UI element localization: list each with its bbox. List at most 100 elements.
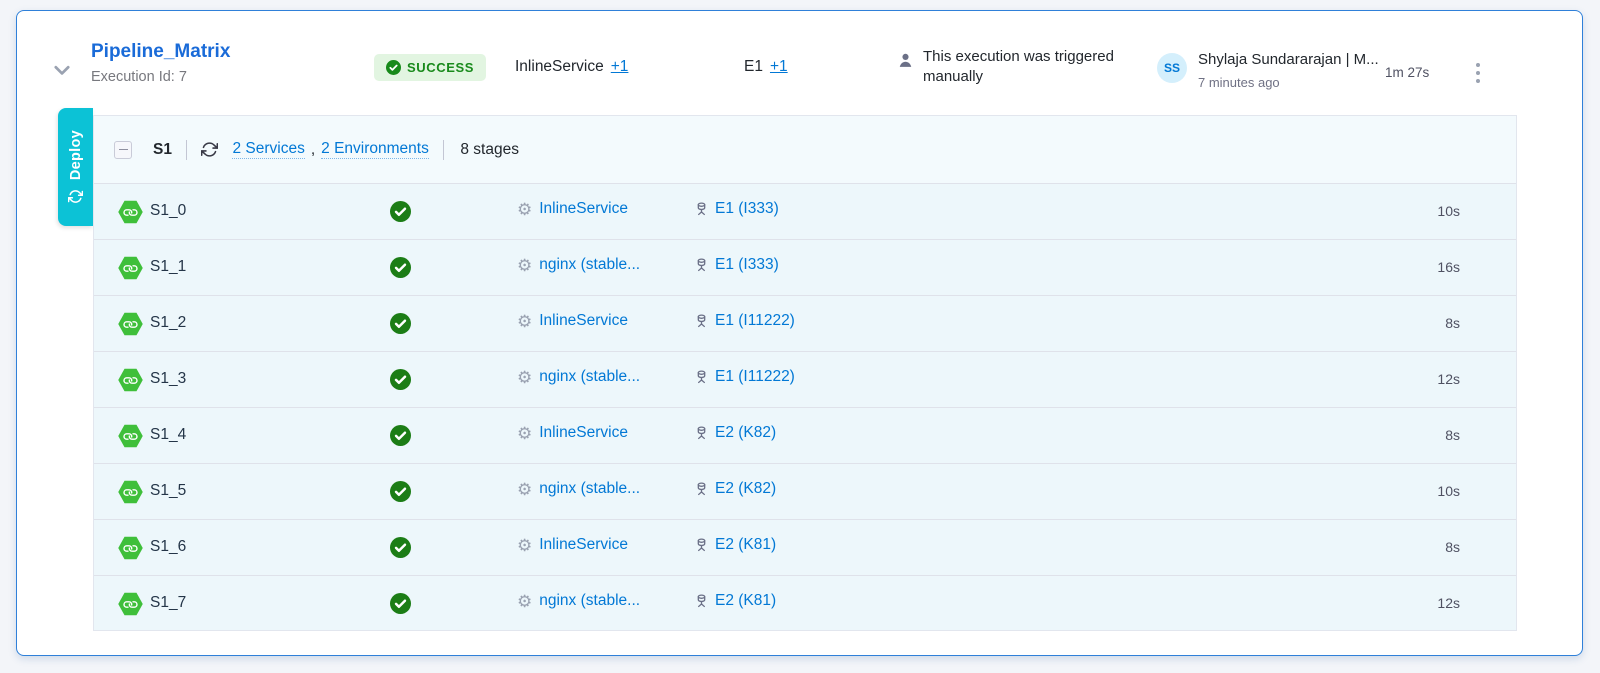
stage-row[interactable]: S1_3 ⚙ nginx (stable... E1 (I11222) 12s: [94, 352, 1516, 408]
service-link[interactable]: InlineService: [539, 424, 628, 442]
success-check-icon: [390, 369, 411, 390]
link-chain-icon: [121, 371, 139, 389]
deploy-stage-tab[interactable]: Deploy: [58, 108, 93, 226]
stage-row[interactable]: S1_6 ⚙ InlineService E2 (K81) 8s: [94, 520, 1516, 576]
trigger-text: This execution was triggered manually: [923, 47, 1145, 87]
stage-group-name: S1: [153, 141, 172, 159]
kebab-menu-icon[interactable]: [1465, 56, 1491, 90]
service-cell: ⚙ nginx (stable...: [517, 368, 640, 386]
stage-duration: 12s: [1437, 595, 1460, 611]
success-check-icon: [390, 257, 411, 278]
triggered-by: SS Shylaja Sundararajan | M... 7 minutes…: [1157, 51, 1379, 90]
stage-name: S1_7: [150, 594, 186, 612]
stage-row[interactable]: S1_7 ⚙ nginx (stable... E2 (K81) 12s: [94, 576, 1516, 632]
environment-link[interactable]: E2 (K82): [715, 424, 776, 442]
service-link[interactable]: InlineService: [539, 200, 628, 218]
link-chain-icon: [121, 259, 139, 277]
collapse-minus-icon[interactable]: [114, 141, 132, 159]
success-check-icon: [390, 313, 411, 334]
service-cell: ⚙ InlineService: [517, 200, 628, 218]
service-cell: ⚙ InlineService: [517, 536, 628, 554]
divider: [186, 140, 188, 160]
services-summary: InlineService +1: [515, 58, 628, 76]
person-icon: [897, 51, 914, 70]
loop-icon: [68, 189, 83, 204]
success-check-icon: [390, 537, 411, 558]
environment-link[interactable]: E1 (I11222): [715, 312, 795, 330]
chevron-down-icon[interactable]: [51, 59, 73, 81]
title-block: Pipeline_Matrix Execution Id: 7: [91, 41, 230, 85]
environment-cell: E2 (K81): [694, 592, 776, 610]
stage-row[interactable]: S1_5 ⚙ nginx (stable... E2 (K82) 10s: [94, 464, 1516, 520]
user-name: Shylaja Sundararajan | M...: [1198, 51, 1379, 68]
status-label: SUCCESS: [407, 60, 474, 75]
link-chain-icon: [121, 483, 139, 501]
matrix-stage-icon: [118, 312, 143, 336]
stage-row[interactable]: S1_1 ⚙ nginx (stable... E1 (I333) 16s: [94, 240, 1516, 296]
service-link[interactable]: nginx (stable...: [539, 368, 640, 386]
stage-rows: S1_0 ⚙ InlineService E1 (I333) 10s S1_1: [94, 184, 1516, 632]
matrix-stage-icon: [118, 200, 143, 224]
loop-icon: [201, 141, 218, 158]
environment-cell: E2 (K81): [694, 536, 776, 554]
gear-icon: ⚙: [517, 593, 532, 610]
environment-link[interactable]: E2 (K82): [715, 480, 776, 498]
stage-name: S1_2: [150, 314, 186, 332]
matrix-stage-icon: [118, 480, 143, 504]
gear-icon: ⚙: [517, 257, 532, 274]
service-link[interactable]: nginx (stable...: [539, 256, 640, 274]
service-cell: ⚙ InlineService: [517, 312, 628, 330]
environment-link[interactable]: E2 (K81): [715, 536, 776, 554]
matrix-stage-icon: [118, 424, 143, 448]
matrix-stage-icon: [118, 536, 143, 560]
environments-summary: E1 +1: [744, 58, 788, 76]
service-cell: ⚙ nginx (stable...: [517, 256, 640, 274]
service-link[interactable]: InlineService: [539, 536, 628, 554]
service-name: InlineService: [515, 58, 604, 75]
stage-row[interactable]: S1_2 ⚙ InlineService E1 (I11222) 8s: [94, 296, 1516, 352]
success-check-icon: [390, 425, 411, 446]
trigger-info: This execution was triggered manually: [897, 47, 1145, 87]
gear-icon: ⚙: [517, 481, 532, 498]
matrix-stage-icon: [118, 256, 143, 280]
environment-link[interactable]: E1 (I333): [715, 200, 779, 218]
environments-count-link[interactable]: 2 Environments: [321, 140, 429, 159]
service-link[interactable]: InlineService: [539, 312, 628, 330]
stage-name: S1_0: [150, 202, 186, 220]
environment-link[interactable]: E1 (I333): [715, 256, 779, 274]
total-duration: 1m 27s: [1385, 65, 1429, 80]
environment-name: E1: [744, 58, 763, 75]
success-check-icon: [390, 593, 411, 614]
environments-more-link[interactable]: +1: [770, 58, 788, 75]
environment-icon: [694, 313, 709, 329]
pipeline-title-link[interactable]: Pipeline_Matrix: [91, 41, 230, 63]
services-more-link[interactable]: +1: [611, 58, 629, 75]
environment-cell: E2 (K82): [694, 480, 776, 498]
link-chain-icon: [121, 427, 139, 445]
stage-row[interactable]: S1_0 ⚙ InlineService E1 (I333) 10s: [94, 184, 1516, 240]
service-link[interactable]: nginx (stable...: [539, 480, 640, 498]
stage-count: 8 stages: [460, 141, 519, 159]
avatar: SS: [1157, 53, 1187, 83]
environment-link[interactable]: E1 (I11222): [715, 368, 795, 386]
environment-cell: E1 (I333): [694, 256, 779, 274]
gear-icon: ⚙: [517, 425, 532, 442]
stage-duration: 8s: [1445, 315, 1460, 331]
execution-id: Execution Id: 7: [91, 69, 230, 85]
link-chain-icon: [121, 203, 139, 221]
services-count-link[interactable]: 2 Services: [232, 140, 304, 159]
divider: [443, 140, 445, 160]
environment-link[interactable]: E2 (K81): [715, 592, 776, 610]
environment-icon: [694, 537, 709, 553]
link-chain-icon: [121, 595, 139, 613]
stage-duration: 8s: [1445, 539, 1460, 555]
link-chain-icon: [121, 315, 139, 333]
environment-icon: [694, 425, 709, 441]
service-cell: ⚙ nginx (stable...: [517, 480, 640, 498]
execution-header: Pipeline_Matrix Execution Id: 7 SUCCESS …: [17, 11, 1582, 115]
service-link[interactable]: nginx (stable...: [539, 592, 640, 610]
stage-name: S1_1: [150, 258, 186, 276]
environment-cell: E1 (I333): [694, 200, 779, 218]
gear-icon: ⚙: [517, 313, 532, 330]
stage-row[interactable]: S1_4 ⚙ InlineService E2 (K82) 8s: [94, 408, 1516, 464]
